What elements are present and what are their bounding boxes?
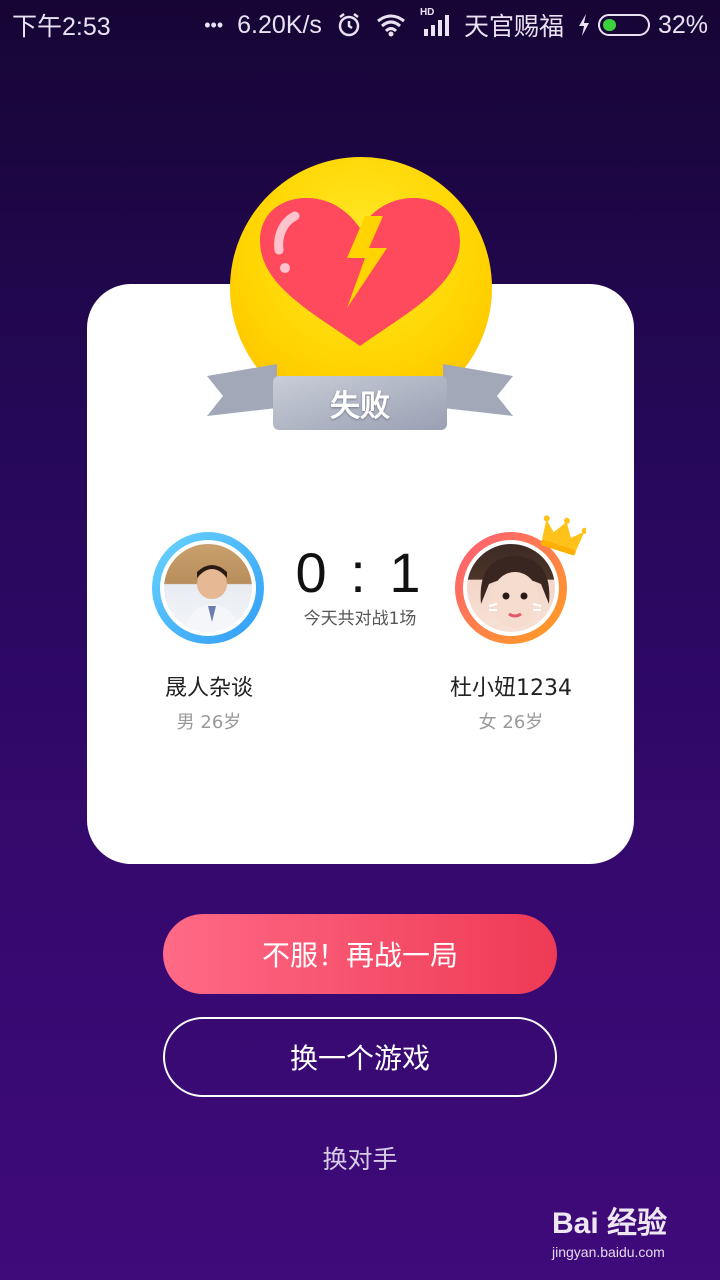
battle-count: 今天共对战1场 <box>303 609 417 629</box>
alarm-icon <box>336 12 362 38</box>
result-label: 失败 <box>330 389 390 424</box>
baidu-jingyan-watermark: Bai 经验 jingyan.baidu.com <box>552 1198 712 1268</box>
hd-badge: HD <box>419 7 435 18</box>
player-left-avatar[interactable] <box>152 532 264 644</box>
status-bar: 下午2:53 ••• 6.20K/s HD 天官赐福 32% <box>0 0 720 50</box>
more-dots: ••• <box>204 14 224 35</box>
change-opponent-link[interactable]: 换对手 <box>260 1140 460 1176</box>
battery-percent: 32% <box>657 10 708 39</box>
status-time: 下午2:53 <box>12 13 111 41</box>
battery-indicator: 32% <box>578 11 708 40</box>
wifi-icon <box>376 13 406 37</box>
avatar <box>160 540 256 636</box>
player-right-name: 杜小妞1234 <box>450 676 572 701</box>
charging-icon <box>578 14 589 36</box>
watermark-logo: Bai 经验 <box>552 1207 668 1240</box>
change-game-button[interactable]: 换一个游戏 <box>163 1017 557 1097</box>
watermark-url: jingyan.baidu.com <box>552 1244 665 1260</box>
match-score: 0 : 1 <box>295 541 425 604</box>
battery-icon <box>597 14 650 36</box>
rematch-button[interactable]: 不服！再战一局 <box>163 914 557 994</box>
player-right-meta: 女 26岁 <box>478 712 544 733</box>
carrier-name: 天官赐福 <box>463 13 564 41</box>
player-left-meta: 男 26岁 <box>176 712 242 733</box>
signal-icon: HD <box>420 7 450 37</box>
player-left-name: 晟人杂谈 <box>164 676 253 701</box>
crown-icon <box>540 515 586 556</box>
network-speed: 6.20K/s <box>237 10 322 39</box>
broken-heart-icon <box>260 198 460 346</box>
